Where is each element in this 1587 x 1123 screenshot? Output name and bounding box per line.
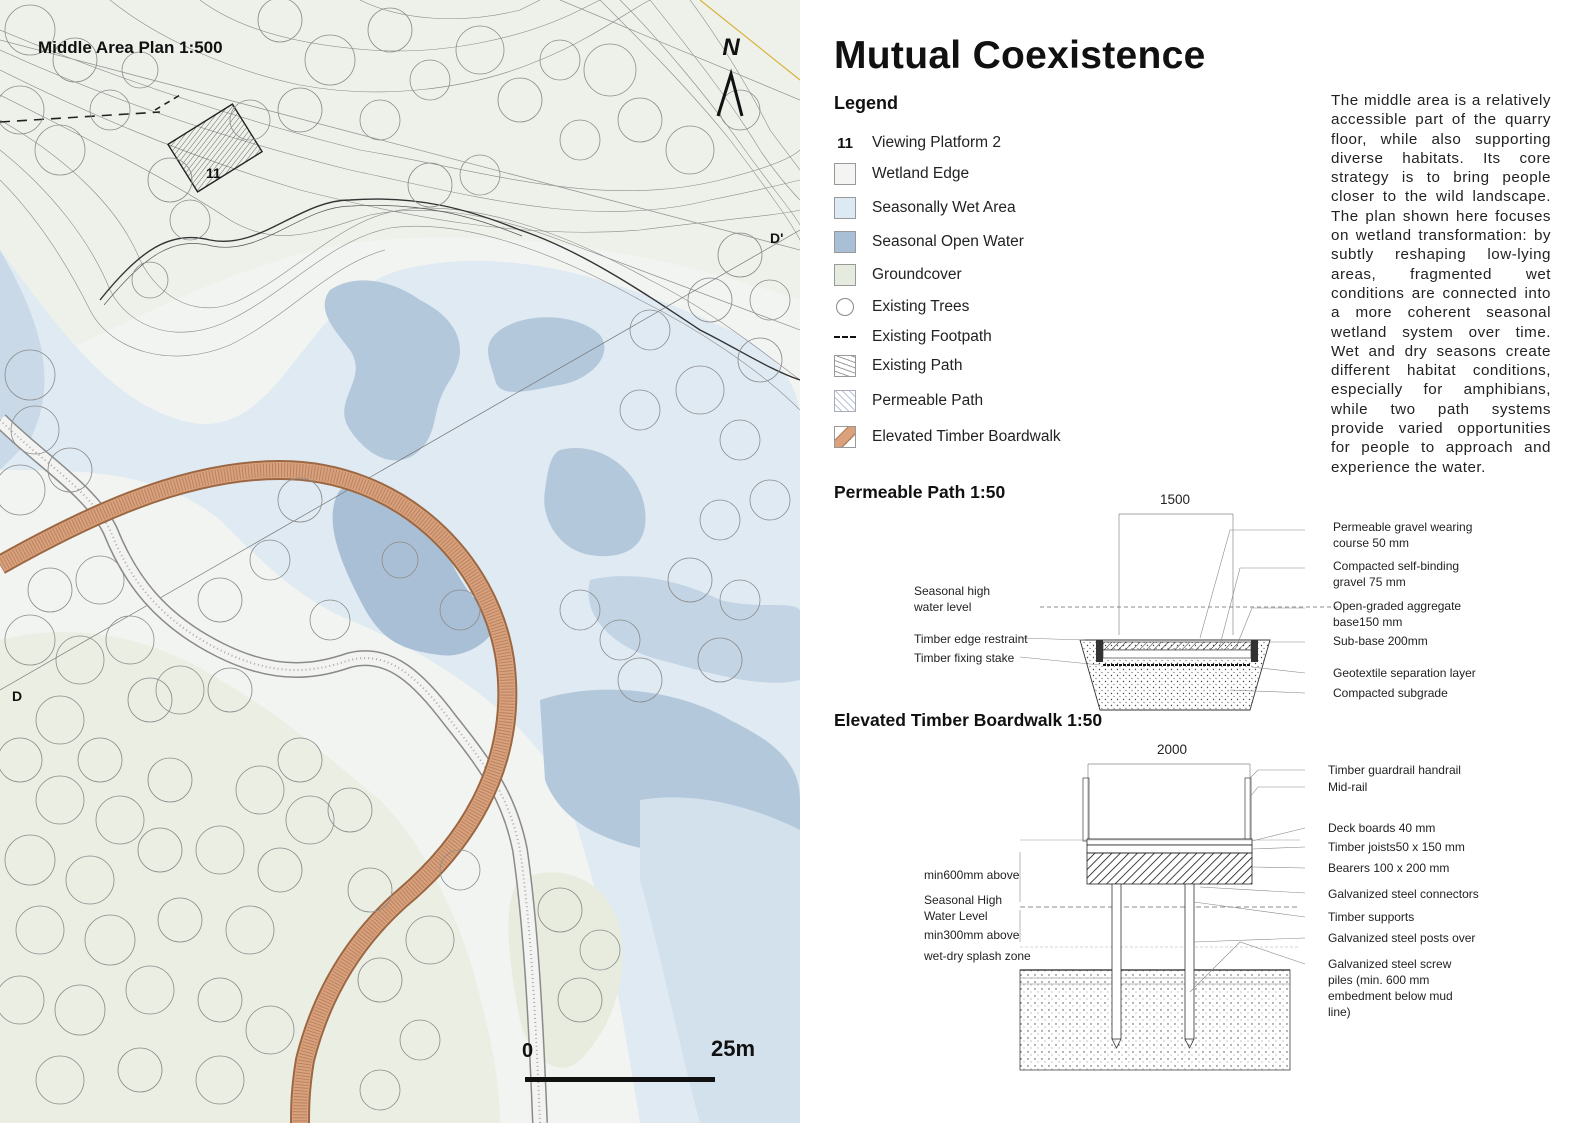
note-right: Open-graded aggregate base150 mm: [1333, 599, 1462, 629]
legend-label: Existing Path: [872, 357, 963, 374]
boardwalk-width: 2000: [1157, 742, 1188, 757]
north-arrow: N: [716, 34, 766, 124]
legend-label: Wetland Edge: [872, 165, 970, 182]
legend-label: Elevated Timber Boardwalk: [872, 428, 1061, 445]
note-left: Seasonal high water level: [914, 584, 991, 614]
note-left: Seasonal High Water Level: [924, 893, 1003, 923]
legend-item: Existing Trees: [834, 294, 969, 320]
note-right: Timber joists50 x 150 mm: [1328, 840, 1465, 854]
scale-bar-zero: 0: [522, 1040, 534, 1062]
description-text: The middle area is a relatively accessib…: [1331, 92, 1551, 476]
note-right: Sub-base 200mm: [1333, 634, 1428, 648]
north-arrow-icon: [716, 68, 744, 117]
note-right: Geotextile separation layer: [1333, 666, 1476, 680]
existing-path-swatch: [834, 355, 856, 377]
viewing-platform-symbol: 11: [837, 134, 853, 152]
note-right: Permeable gravel wearing course 50 mm: [1333, 520, 1473, 550]
note-right: Mid-rail: [1328, 780, 1368, 794]
legend-item: Seasonally Wet Area: [834, 195, 1016, 221]
site-plan-map: Middle Area Plan 1:500 N 11 D D' 0 25m: [0, 0, 800, 1123]
note-left: min600mm above: [924, 868, 1020, 882]
legend-item: Wetland Edge: [834, 161, 969, 187]
note-left: min300mm above: [924, 928, 1020, 942]
note-right: Timber supports: [1328, 910, 1415, 924]
legend-item: Seasonal Open Water: [834, 229, 1024, 255]
note-right: Compacted self-binding gravel 75 mm: [1333, 559, 1460, 589]
note-right: Galvanized steel posts over: [1328, 931, 1476, 945]
note-right: Bearers 100 x 200 mm: [1328, 861, 1450, 875]
note-right: Deck boards 40 mm: [1328, 821, 1436, 835]
boardwalk-swatch: [834, 426, 856, 448]
section-end-label: D': [770, 230, 784, 246]
tree-circle-icon: [834, 296, 856, 318]
scale-bar-end: 25m: [711, 1036, 756, 1061]
legend-item: Groundcover: [834, 262, 962, 288]
scale-bar: [525, 1077, 715, 1082]
legend-label: Groundcover: [872, 266, 962, 283]
legend-label: Permeable Path: [872, 392, 984, 409]
legend-item: Existing Path: [834, 353, 962, 379]
wetland-edge-swatch: [834, 163, 856, 185]
legend-label: Existing Trees: [872, 298, 970, 315]
seasonally-wet-swatch: [834, 197, 856, 219]
legend-item: 11 Viewing Platform 2: [834, 130, 1001, 156]
note-right: Timber guardrail handrail: [1328, 763, 1461, 777]
legend-label: Existing Footpath: [872, 328, 992, 345]
plan-title: Middle Area Plan 1:500: [38, 38, 223, 57]
page-title: Mutual Coexistence: [834, 34, 1206, 77]
permeable-path-swatch: [834, 390, 856, 412]
legend-label: Seasonally Wet Area: [872, 199, 1016, 216]
dashed-line-icon: [834, 326, 856, 348]
note-right: Compacted subgrade: [1333, 686, 1448, 700]
legend-item: Existing Footpath: [834, 324, 992, 350]
permeable-path-width: 1500: [1160, 492, 1191, 507]
legend-label: Viewing Platform 2: [872, 134, 1001, 151]
legend-title: Legend: [834, 93, 899, 113]
boardwalk-section-title: Elevated Timber Boardwalk 1:50: [834, 710, 1103, 730]
site-plan-drawing: [0, 0, 800, 1123]
note-left: wet-dry splash zone: [924, 949, 1031, 963]
note-left: Timber edge restraint: [914, 632, 1028, 646]
section-start-label: D: [12, 688, 23, 704]
legend-item: Elevated Timber Boardwalk: [834, 424, 1061, 450]
platform-number-label: 11: [206, 165, 221, 181]
groundcover-swatch: [834, 264, 856, 286]
note-left: Timber fixing stake: [914, 651, 1015, 665]
legend-label: Seasonal Open Water: [872, 233, 1024, 250]
note-right: Galvanized steel connectors: [1328, 887, 1479, 901]
note-right: Galvanized steel screw piles (min. 600 m…: [1328, 957, 1453, 1019]
open-water-swatch: [834, 231, 856, 253]
legend-item: Permeable Path: [834, 388, 983, 414]
